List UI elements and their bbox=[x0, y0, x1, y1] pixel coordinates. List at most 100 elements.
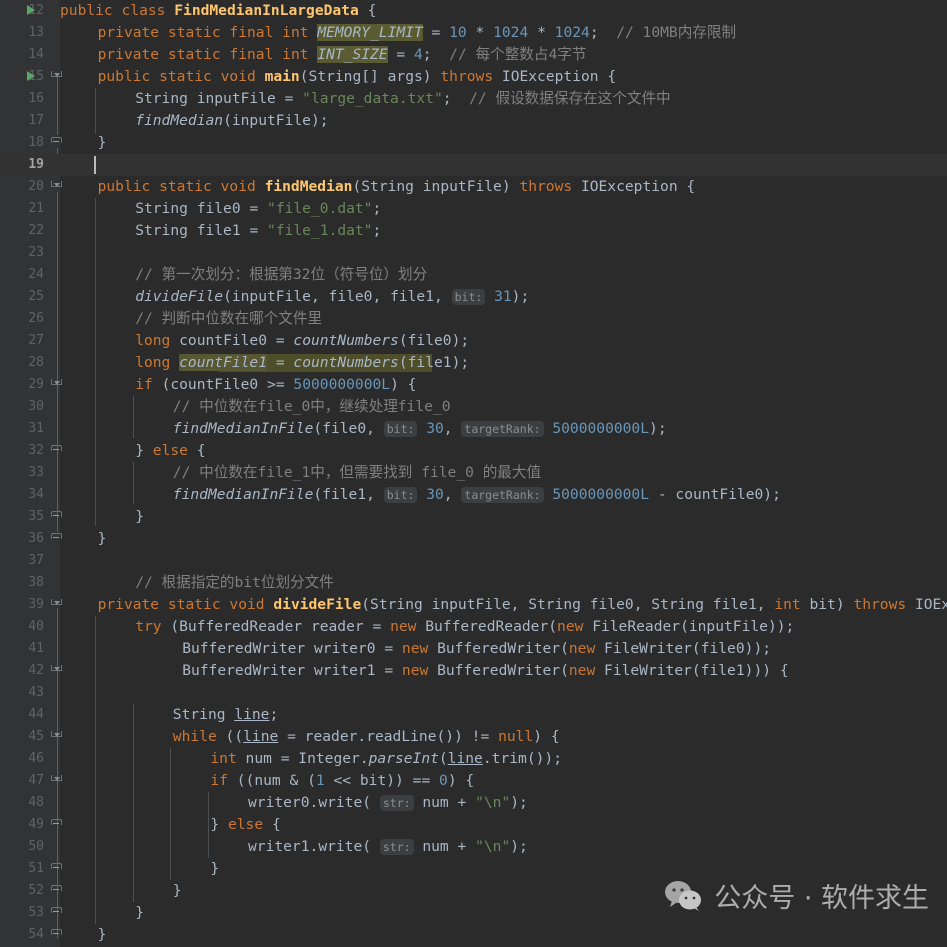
code-line[interactable]: 20 public static void findMedian(String i… bbox=[0, 176, 947, 198]
code-line[interactable]: 46 int num = Integer.parseInt(line.trim()… bbox=[0, 748, 947, 770]
line-number: 15 bbox=[28, 69, 44, 84]
code-text: } bbox=[97, 926, 107, 943]
code-line[interactable]: 49} else { bbox=[0, 814, 947, 836]
code-line[interactable]: 26 // 判断中位数在哪个文件里 bbox=[0, 308, 947, 330]
line-number: 51 bbox=[28, 861, 44, 876]
fold-collapse-icon[interactable] bbox=[51, 665, 62, 676]
code-line[interactable]: 42 BufferedWriter writer1 = new BufferedW… bbox=[0, 660, 947, 682]
inlay-hint: str: bbox=[379, 795, 414, 811]
code-line[interactable]: 36} bbox=[0, 528, 947, 550]
code-text: } bbox=[97, 134, 107, 151]
code-text: while ((line = reader.readLine()) != nul… bbox=[172, 728, 560, 745]
watermark-text: 公众号 · 软件求生 bbox=[714, 883, 929, 914]
code-line[interactable]: 41 BufferedWriter writer0 = new BufferedW… bbox=[0, 638, 947, 660]
fold-collapse-icon[interactable] bbox=[51, 599, 62, 610]
inlay-hint: bit: bbox=[383, 421, 418, 437]
line-number: 37 bbox=[28, 553, 44, 568]
code-line[interactable]: 37 bbox=[0, 550, 947, 572]
code-text: findMedianInFile(file0, bit: 30, targetR… bbox=[172, 420, 667, 437]
code-line[interactable]: 35} bbox=[0, 506, 947, 528]
line-number: 52 bbox=[28, 883, 44, 898]
code-text: BufferedWriter writer1 = new BufferedWri… bbox=[182, 662, 789, 679]
code-line[interactable]: 43 bbox=[0, 682, 947, 704]
code-line[interactable]: 13 private static final int MEMORY_LIMIT … bbox=[0, 22, 947, 44]
line-number: 34 bbox=[28, 487, 44, 502]
code-text: findMedian(inputFile); bbox=[135, 112, 329, 129]
code-text: if (countFile0 >= 5000000000L) { bbox=[135, 376, 417, 393]
code-line[interactable]: 15 public static void main(String[] args)… bbox=[0, 66, 947, 88]
code-line[interactable]: 31 findMedianInFile(file0, bit: 30, targe… bbox=[0, 418, 947, 440]
line-number: 22 bbox=[28, 223, 44, 238]
fold-collapse-icon[interactable] bbox=[51, 731, 62, 742]
fold-collapse-icon[interactable] bbox=[51, 181, 62, 192]
run-icon[interactable] bbox=[27, 5, 35, 15]
code-line[interactable]: 48 writer0.write( str: num + "\n"); bbox=[0, 792, 947, 814]
code-text: } bbox=[97, 530, 107, 547]
run-icon[interactable] bbox=[27, 71, 35, 81]
fold-end-icon[interactable] bbox=[51, 533, 62, 544]
fold-end-icon[interactable] bbox=[51, 511, 62, 522]
highlighted-identifier: INT_SIZE bbox=[317, 46, 388, 63]
code-line[interactable]: 34 findMedianInFile(file1, bit: 30, targe… bbox=[0, 484, 947, 506]
code-line[interactable]: 27 long countFile0 = countNumbers(file0); bbox=[0, 330, 947, 352]
code-line[interactable]: 33 // 中位数在file_1中，但需要找到 file_0 的最大值 bbox=[0, 462, 947, 484]
code-line[interactable]: 17 findMedian(inputFile); bbox=[0, 110, 947, 132]
code-line[interactable]: 54} bbox=[0, 924, 947, 946]
code-text: BufferedWriter writer0 = new BufferedWri… bbox=[182, 640, 772, 657]
code-text: try (BufferedReader reader = new Buffere… bbox=[135, 618, 795, 635]
line-number: 43 bbox=[28, 685, 44, 700]
code-text: // 中位数在file_1中，但需要找到 file_0 的最大值 bbox=[172, 464, 542, 481]
code-line[interactable]: 30 // 中位数在file_0中，继续处理file_0 bbox=[0, 396, 947, 418]
code-line[interactable]: 29 if (countFile0 >= 5000000000L) { bbox=[0, 374, 947, 396]
code-text: String file0 = "file_0.dat"; bbox=[135, 200, 382, 217]
code-line[interactable]: 45 while ((line = reader.readLine()) != n… bbox=[0, 726, 947, 748]
line-number: 44 bbox=[28, 707, 44, 722]
inlay-hint: bit: bbox=[383, 487, 418, 503]
line-number: 26 bbox=[28, 311, 44, 326]
code-text: } bbox=[135, 904, 144, 921]
code-line[interactable]: 24 // 第一次划分：根据第32位（符号位）划分 bbox=[0, 264, 947, 286]
fold-end-icon[interactable] bbox=[51, 929, 62, 940]
line-number: 36 bbox=[28, 531, 44, 546]
code-line[interactable]: 12 public class FindMedianInLargeData { bbox=[0, 0, 947, 22]
fold-end-icon[interactable] bbox=[51, 907, 62, 918]
line-number: 28 bbox=[28, 355, 44, 370]
code-text: } bbox=[210, 860, 220, 877]
line-number: 29 bbox=[28, 377, 44, 392]
fold-end-icon[interactable] bbox=[51, 885, 62, 896]
code-line[interactable]: 19 bbox=[0, 154, 947, 176]
code-line[interactable]: 32} else { bbox=[0, 440, 947, 462]
code-line[interactable]: 16 String inputFile = "large_data.txt"; /… bbox=[0, 88, 947, 110]
code-line[interactable]: 39 private static void divideFile(String … bbox=[0, 594, 947, 616]
code-text: public static void main(String[] args) t… bbox=[97, 68, 617, 85]
code-line[interactable]: 18} bbox=[0, 132, 947, 154]
fold-end-icon[interactable] bbox=[51, 819, 62, 830]
code-line[interactable]: 23 bbox=[0, 242, 947, 264]
code-text: } else { bbox=[210, 816, 281, 833]
fold-end-icon[interactable] bbox=[51, 863, 62, 874]
fold-end-icon[interactable] bbox=[51, 137, 62, 148]
fold-collapse-icon[interactable] bbox=[51, 379, 62, 390]
line-number: 21 bbox=[28, 201, 44, 216]
fold-collapse-icon[interactable] bbox=[51, 775, 62, 786]
code-editor[interactable]: 12 public class FindMedianInLargeData {13… bbox=[0, 0, 947, 947]
code-line[interactable]: 22 String file1 = "file_1.dat"; bbox=[0, 220, 947, 242]
code-line[interactable]: 44 String line; bbox=[0, 704, 947, 726]
highlighted-identifier: countFile1 bbox=[179, 354, 268, 371]
code-line[interactable]: 40 try (BufferedReader reader = new Buffe… bbox=[0, 616, 947, 638]
code-line[interactable]: 47 if ((num & (1 << bit)) == 0) { bbox=[0, 770, 947, 792]
code-line[interactable]: 21 String file0 = "file_0.dat"; bbox=[0, 198, 947, 220]
code-line[interactable]: 50 writer1.write( str: num + "\n"); bbox=[0, 836, 947, 858]
code-line[interactable]: 25 divideFile(inputFile, file0, file1, bi… bbox=[0, 286, 947, 308]
line-number: 40 bbox=[28, 619, 44, 634]
line-number: 38 bbox=[28, 575, 44, 590]
line-number: 47 bbox=[28, 773, 44, 788]
fold-collapse-icon[interactable] bbox=[51, 71, 62, 82]
code-line[interactable]: 28 long countFile1 = countNumbers(file1); bbox=[0, 352, 947, 374]
line-number: 39 bbox=[28, 597, 44, 612]
code-line[interactable]: 38 // 根据指定的bit位划分文件 bbox=[0, 572, 947, 594]
fold-end-icon[interactable] bbox=[51, 445, 62, 456]
code-text: public class FindMedianInLargeData { bbox=[60, 2, 377, 19]
line-number: 18 bbox=[28, 135, 44, 150]
code-line[interactable]: 14 private static final int INT_SIZE = 4;… bbox=[0, 44, 947, 66]
